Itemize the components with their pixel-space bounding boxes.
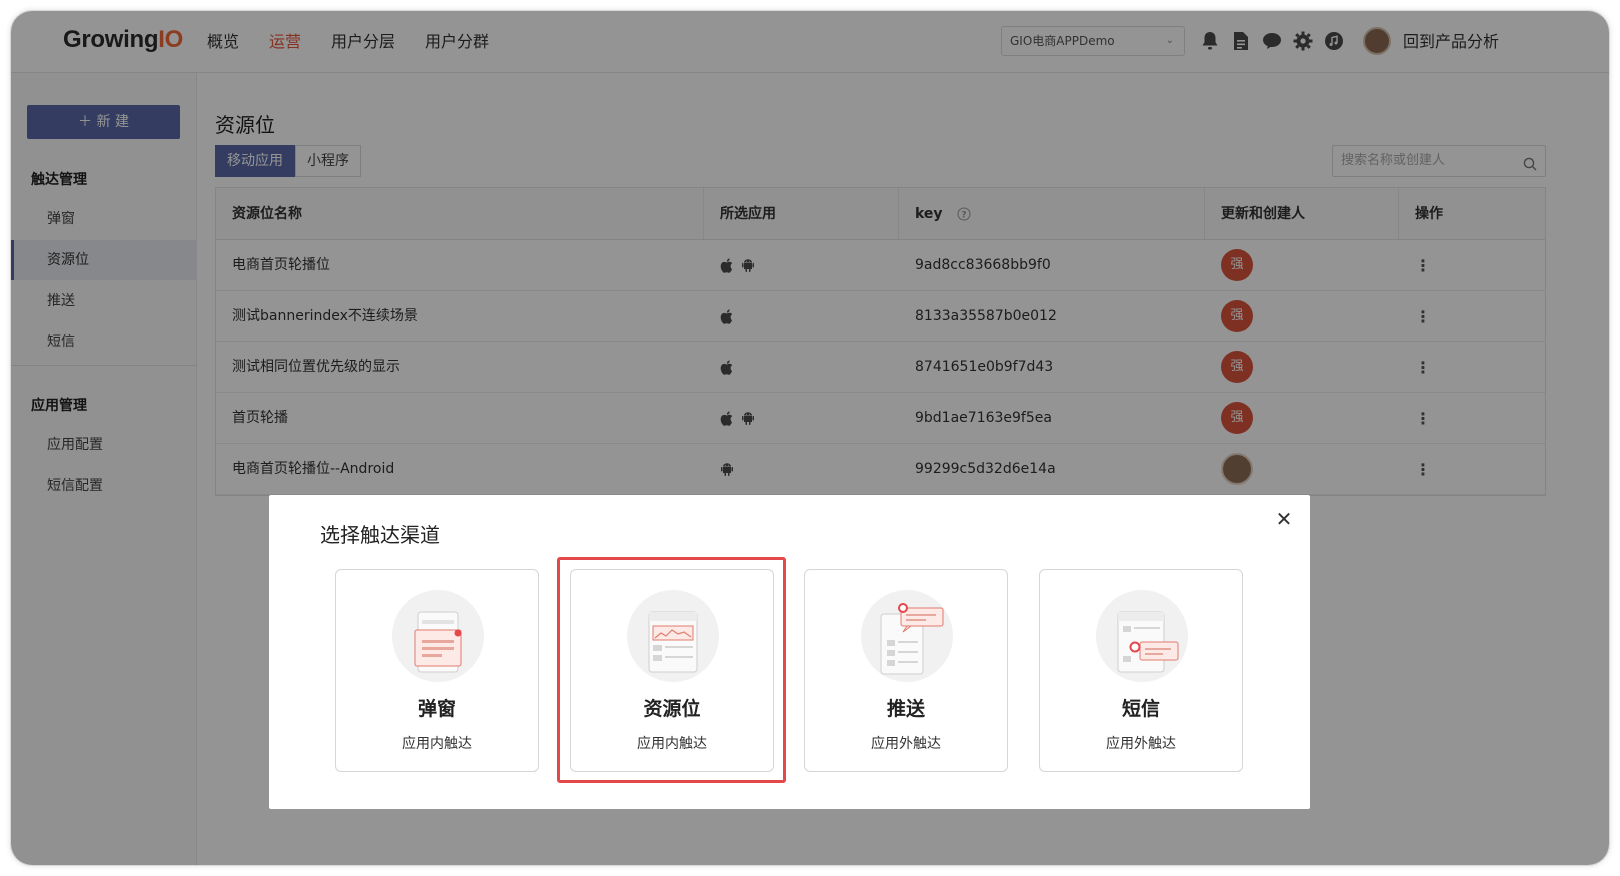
sms-illustration-icon	[1096, 590, 1188, 682]
channel-select-modal: 选择触达渠道 ✕ 弹窗 应用内触达 资源位 应用内触达 推送 应用外触达 短信 …	[269, 495, 1310, 809]
card-title: 资源位	[643, 698, 701, 720]
card-subtitle: 应用外触达	[1106, 736, 1176, 752]
card-title: 推送	[886, 698, 925, 720]
channel-card-push[interactable]: 推送 应用外触达	[804, 569, 1008, 772]
modal-title: 选择触达渠道	[320, 523, 440, 547]
app-window: GrowingIO 概览 运营 用户分层 用户分群 GIO电商APPDemo ⌄	[10, 10, 1610, 866]
channel-card-sms[interactable]: 短信 应用外触达	[1039, 569, 1243, 772]
resource-illustration-icon	[627, 590, 719, 682]
card-title: 弹窗	[417, 698, 456, 720]
card-subtitle: 应用外触达	[871, 736, 941, 752]
card-title: 短信	[1121, 698, 1160, 720]
card-subtitle: 应用内触达	[402, 736, 472, 752]
channel-card-resource[interactable]: 资源位 应用内触达	[570, 569, 774, 772]
popup-illustration-icon	[392, 590, 484, 682]
card-subtitle: 应用内触达	[637, 736, 707, 752]
push-illustration-icon	[861, 590, 953, 682]
channel-card-popup[interactable]: 弹窗 应用内触达	[335, 569, 539, 772]
close-icon[interactable]: ✕	[1272, 507, 1296, 531]
